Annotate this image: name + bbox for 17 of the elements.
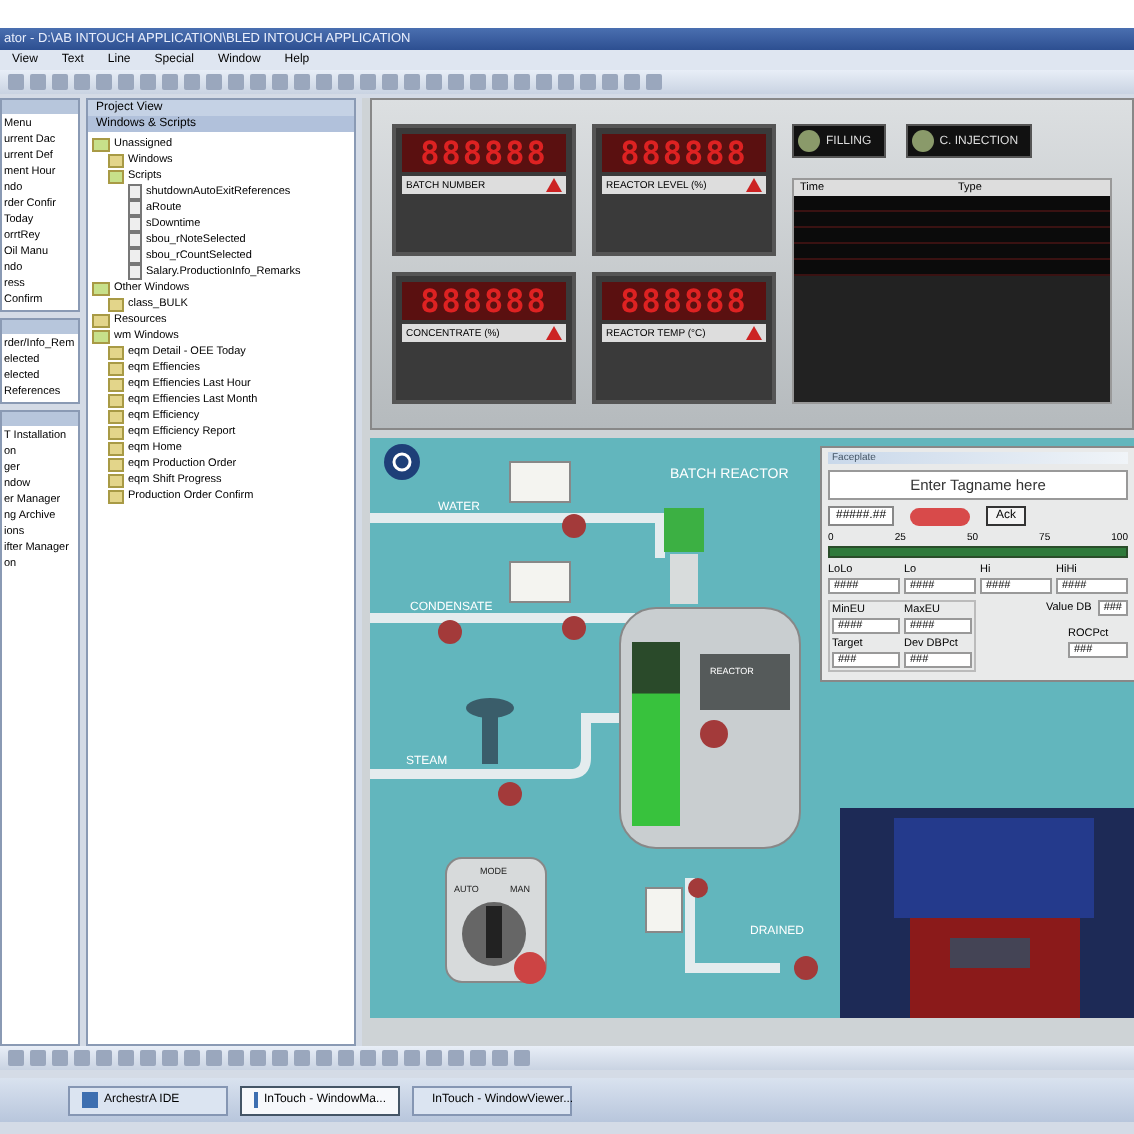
led-digits: 888888 [602,134,766,172]
knob-icon [798,130,820,152]
warning-icon [546,178,562,192]
warning-icon [546,326,562,340]
led-digits: 888888 [602,282,766,320]
settings-icon[interactable] [384,444,420,480]
app-icon [82,1092,98,1108]
led-digits: 888888 [402,282,566,320]
panel-header [2,412,78,426]
panel-header [2,320,78,334]
led-digits: 888888 [402,134,566,172]
warning-icon [746,178,762,192]
warning-icon [746,326,762,340]
knob-icon [911,130,934,152]
panel-header [2,100,78,114]
mode-switch-drawing [445,857,547,984]
alarm-lamp [910,507,971,525]
